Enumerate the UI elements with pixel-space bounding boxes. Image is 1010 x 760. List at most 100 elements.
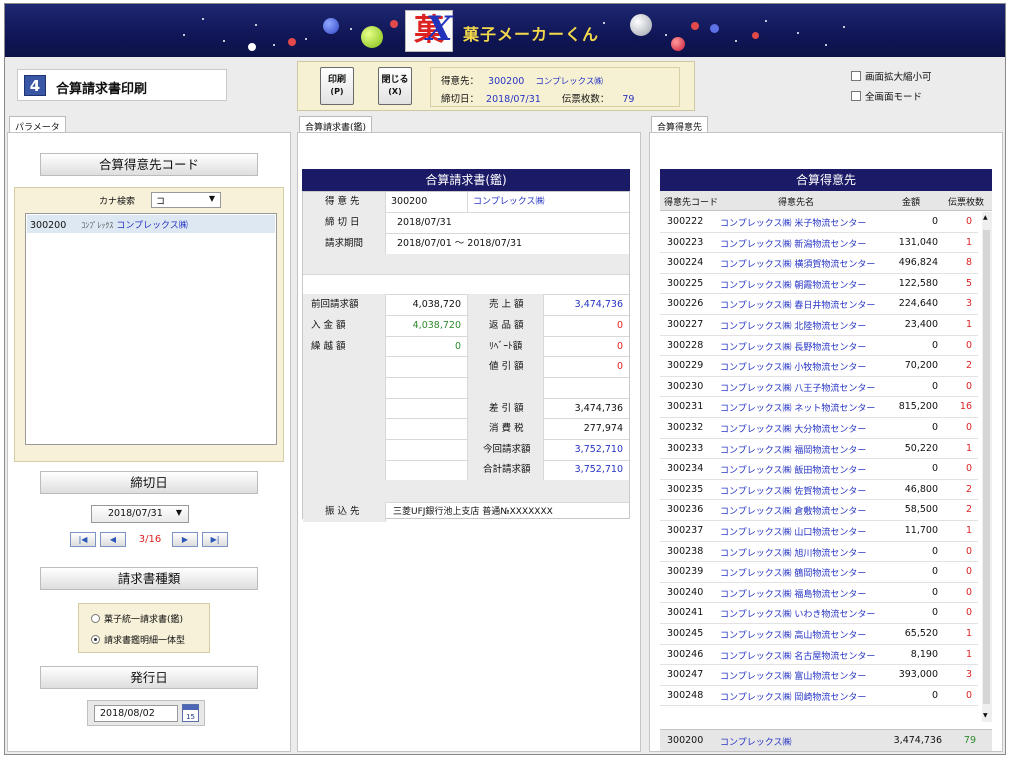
table-row[interactable]: 300247 コンプレックス㈱ 富山物流センター 393,000 3 bbox=[660, 665, 978, 686]
candy-ball-decoration bbox=[248, 43, 256, 51]
invoice-type-option-1[interactable]: 菓子統一請求書(鑑) bbox=[91, 612, 183, 625]
candy-ball-decoration bbox=[361, 26, 383, 48]
checkbox-icon bbox=[851, 91, 861, 101]
table-row[interactable]: 300222 コンプレックス㈱ 米子物流センター 0 0 bbox=[660, 212, 978, 233]
net-label: 差 引 額 bbox=[489, 403, 524, 414]
table-row[interactable]: 300229 コンプレックス㈱ 小牧物流センター 70,200 2 bbox=[660, 356, 978, 377]
last-record-button[interactable]: ▶| bbox=[202, 532, 228, 547]
row-count: 16 bbox=[959, 401, 972, 413]
customers-table[interactable]: 300222 コンプレックス㈱ 米子物流センター 0 0 300223 コンプレックス㈱ … bbox=[660, 212, 982, 722]
invoice-period-value: 2018/07/01 ～ 2018/07/31 bbox=[397, 238, 523, 249]
customers-header: 合算得意先 bbox=[660, 169, 992, 191]
row-name: コンプレックス㈱ 富山物流センター bbox=[720, 672, 867, 683]
row-count: 1 bbox=[965, 236, 972, 248]
issue-date-header: 発行日 bbox=[40, 666, 258, 689]
calendar-icon[interactable]: 15 bbox=[182, 704, 199, 722]
table-row[interactable]: 300232 コンプレックス㈱ 大分物流センター 0 0 bbox=[660, 418, 978, 439]
table-row[interactable]: 300237 コンプレックス㈱ 山口物流センター 11,700 1 bbox=[660, 521, 978, 542]
carry-value: 0 bbox=[454, 341, 461, 352]
list-item[interactable]: 300200 ｺﾝﾌﾟﾚｯｸｽ コンプレックス㈱ bbox=[27, 215, 275, 233]
invoice-period-label: 請求期間 bbox=[325, 238, 364, 249]
row-count: 1 bbox=[965, 648, 972, 660]
scroll-up-icon[interactable]: ▲ bbox=[983, 214, 988, 221]
table-row[interactable]: 300231 コンプレックス㈱ ネット物流センター 815,200 16 bbox=[660, 397, 978, 418]
kana-search-select[interactable]: コ ▼ bbox=[151, 192, 221, 208]
row-amount: 224,640 bbox=[898, 298, 938, 310]
carry-label: 繰 越 額 bbox=[311, 341, 346, 352]
table-row[interactable]: 300240 コンプレックス㈱ 福島物流センター 0 0 bbox=[660, 583, 978, 604]
net-value: 3,474,736 bbox=[574, 403, 623, 414]
row-code: 300228 bbox=[667, 339, 704, 351]
fullscreen-checkbox[interactable]: 全画面モード bbox=[851, 89, 922, 103]
table-row[interactable]: 300223 コンプレックス㈱ 新潟物流センター 131,040 1 bbox=[660, 233, 978, 254]
bank-label: 振 込 先 bbox=[325, 506, 360, 517]
row-name: コンプレックス㈱ 長野物流センター bbox=[720, 342, 867, 353]
table-row[interactable]: 300236 コンプレックス㈱ 倉敷物流センター 58,500 2 bbox=[660, 500, 978, 521]
zoom-checkbox[interactable]: 画面拡大縮小可 bbox=[851, 69, 932, 83]
record-position: 3/16 bbox=[138, 534, 162, 545]
row-name: コンプレックス㈱ 新潟物流センター bbox=[720, 239, 867, 250]
col-code: 得意先コード bbox=[664, 198, 719, 208]
tab-invoice[interactable]: 合算請求書(鑑) bbox=[299, 116, 373, 133]
close-button[interactable]: 閉じる (X) bbox=[378, 67, 412, 105]
prev-record-button[interactable]: ◀ bbox=[100, 532, 126, 547]
customers-scrollbar[interactable]: ▲ ▼ bbox=[982, 212, 992, 722]
table-row[interactable]: 300248 コンプレックス㈱ 岡崎物流センター 0 0 bbox=[660, 686, 978, 707]
returns-value: 0 bbox=[616, 320, 623, 331]
table-row[interactable]: 300235 コンプレックス㈱ 佐賀物流センター 46,800 2 bbox=[660, 480, 978, 501]
row-count: 1 bbox=[965, 525, 972, 536]
cutoff-date-select[interactable]: 2018/07/31 ▼ bbox=[91, 505, 189, 523]
customer-list[interactable]: 300200 ｺﾝﾌﾟﾚｯｸｽ コンプレックス㈱ bbox=[25, 213, 277, 445]
table-row[interactable]: 300224 コンプレックス㈱ 横須賀物流センター 496,824 8 bbox=[660, 253, 978, 274]
row-code: 300223 bbox=[667, 236, 704, 248]
row-count: 0 bbox=[965, 380, 972, 392]
row-count: 1 bbox=[965, 319, 972, 330]
footer-code: 300200 bbox=[667, 735, 704, 746]
invoice-type-option-2[interactable]: 請求書鑑明細一体型 bbox=[91, 633, 185, 646]
footer-amount: 3,474,736 bbox=[893, 735, 942, 746]
table-row[interactable]: 300230 コンプレックス㈱ 八王子物流センター 0 0 bbox=[660, 377, 978, 398]
invoice-cutoff-label: 締 切 日 bbox=[325, 217, 360, 228]
row-name: コンプレックス㈱ 小牧物流センター bbox=[720, 363, 867, 374]
row-name: コンプレックス㈱ ネット物流センター bbox=[720, 404, 876, 415]
table-row[interactable]: 300228 コンプレックス㈱ 長野物流センター 0 0 bbox=[660, 336, 978, 357]
summary-info: 得意先： 300200 コンプレックス㈱ 締切日： 2018/07/31 伝票枚… bbox=[430, 67, 680, 107]
tab-customers[interactable]: 合算得意先 bbox=[651, 116, 709, 133]
row-name: コンプレックス㈱ 米子物流センター bbox=[720, 219, 867, 229]
table-row[interactable]: 300246 コンプレックス㈱ 名古屋物流センター 8,190 1 bbox=[660, 645, 978, 666]
candy-ball-decoration bbox=[710, 24, 719, 33]
table-row[interactable]: 300238 コンプレックス㈱ 旭川物流センター 0 0 bbox=[660, 542, 978, 563]
rebate-value: 0 bbox=[616, 341, 623, 352]
table-row[interactable]: 300234 コンプレックス㈱ 飯田物流センター 0 0 bbox=[660, 459, 978, 480]
kana-search-area: カナ検索 コ ▼ 300200 ｺﾝﾌﾟﾚｯｸｽ コンプレックス㈱ bbox=[14, 187, 284, 462]
issue-date-input[interactable]: 2018/08/02 bbox=[94, 705, 178, 722]
next-record-button[interactable]: ▶ bbox=[172, 532, 198, 547]
print-button[interactable]: 印刷 (P) bbox=[320, 67, 354, 105]
tab-params[interactable]: パラメータ bbox=[9, 116, 66, 133]
table-row[interactable]: 300233 コンプレックス㈱ 福岡物流センター 50,220 1 bbox=[660, 439, 978, 460]
scroll-down-icon[interactable]: ▼ bbox=[983, 712, 988, 719]
first-record-button[interactable]: |◀ bbox=[70, 532, 96, 547]
scroll-thumb[interactable] bbox=[983, 230, 990, 704]
row-amount: 131,040 bbox=[898, 236, 938, 248]
row-amount: 0 bbox=[931, 339, 938, 351]
issue-date-box: 2018/08/02 15 bbox=[87, 700, 205, 726]
row-count: 3 bbox=[965, 669, 972, 681]
row-amount: 122,580 bbox=[898, 277, 938, 289]
table-row[interactable]: 300241 コンプレックス㈱ いわき物流センター 0 0 bbox=[660, 603, 978, 624]
row-code: 300247 bbox=[667, 669, 704, 681]
table-row[interactable]: 300225 コンプレックス㈱ 朝霞物流センター 122,580 5 bbox=[660, 274, 978, 295]
chevron-down-icon: ▼ bbox=[208, 194, 215, 203]
table-row[interactable]: 300226 コンプレックス㈱ 春日井物流センター 224,640 3 bbox=[660, 294, 978, 315]
candy-ball-decoration bbox=[752, 32, 759, 39]
table-row[interactable]: 300227 コンプレックス㈱ 北陸物流センター 23,400 1 bbox=[660, 315, 978, 336]
prev-amount-value: 4,038,720 bbox=[412, 299, 461, 310]
table-row[interactable]: 300239 コンプレックス㈱ 鶴岡物流センター 0 0 bbox=[660, 562, 978, 583]
table-row[interactable]: 300245 コンプレックス㈱ 高山物流センター 65,520 1 bbox=[660, 624, 978, 645]
total-amount-value: 3,752,710 bbox=[574, 464, 623, 475]
received-value: 4,038,720 bbox=[412, 320, 461, 331]
prev-amount-label: 前回請求額 bbox=[311, 299, 359, 310]
row-amount: 0 bbox=[931, 463, 938, 475]
app-title: 菓子メーカーくん bbox=[463, 25, 600, 44]
info-customer-name: コンプレックス㈱ bbox=[535, 77, 603, 87]
